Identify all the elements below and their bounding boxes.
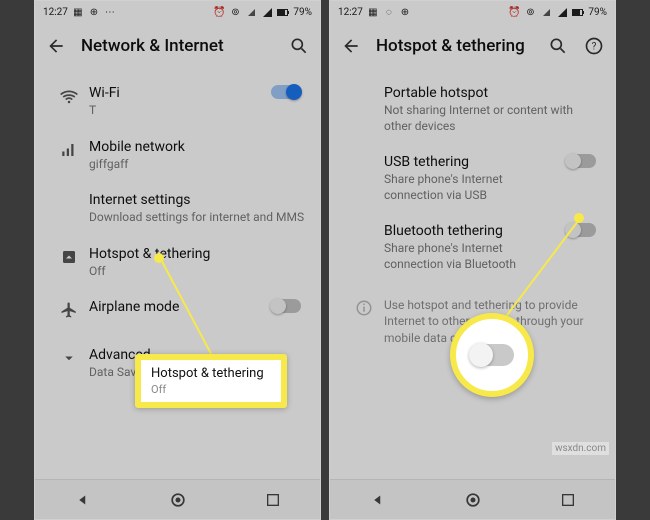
alarm-icon: ⏰ [213, 6, 225, 18]
item-secondary: Off [89, 264, 306, 280]
item-primary: USB tethering [384, 154, 561, 170]
help-icon[interactable]: ? [583, 35, 605, 57]
signal-icon [261, 6, 273, 18]
chevron-down-icon [49, 347, 89, 367]
mobile-network-icon [49, 139, 89, 159]
item-secondary: Not sharing Internet or content with oth… [384, 103, 601, 134]
alarm-icon: ⏰ [508, 6, 520, 18]
item-secondary: T [89, 103, 266, 119]
page-title: Hotspot & tethering [376, 36, 533, 56]
airplane-switch[interactable] [271, 299, 301, 313]
signal-icon [245, 6, 257, 18]
screenshot-icon: ▦ [367, 6, 379, 18]
phone-left: 12:27 ▦ ⊕ ⋯ ⏰ ⊚ 79% Network & Internet [34, 0, 321, 520]
app-bar: Hotspot & tethering ? [330, 23, 615, 69]
settings-item-wifi[interactable]: Wi-Fi T [35, 75, 320, 129]
more-icon: ⋯ [104, 6, 116, 18]
nav-recents-icon[interactable] [548, 484, 588, 516]
camera-icon: ⊕ [88, 6, 100, 18]
item-primary: Airplane mode [89, 299, 266, 315]
callout-magnifier [450, 313, 534, 397]
callout-title: Hotspot & tethering [151, 366, 271, 381]
status-time: 12:27 [338, 7, 363, 18]
settings-item-hotspot[interactable]: Hotspot & tethering Off [35, 236, 320, 290]
wifi-icon: ⊚ [524, 6, 536, 18]
back-icon[interactable] [45, 35, 67, 57]
screenshot-icon: ▦ [72, 6, 84, 18]
signal-icon [540, 6, 552, 18]
nav-recents-icon[interactable] [253, 484, 293, 516]
item-primary: Mobile network [89, 139, 306, 155]
nav-home-icon[interactable] [453, 484, 493, 516]
item-primary: Portable hotspot [384, 85, 601, 101]
magnified-switch [470, 344, 514, 366]
settings-item-bluetooth-tethering[interactable]: Bluetooth tethering Share phone's Intern… [330, 213, 615, 282]
status-time: 12:27 [43, 7, 68, 18]
battery-icon [277, 9, 289, 16]
nav-back-icon[interactable] [358, 484, 398, 516]
search-icon[interactable] [547, 35, 569, 57]
app-bar: Network & Internet [35, 23, 320, 69]
settings-item-usb-tethering[interactable]: USB tethering Share phone's Internet con… [330, 144, 615, 213]
page-title: Network & Internet [81, 36, 274, 56]
battery-icon [572, 9, 584, 16]
search-icon[interactable] [288, 35, 310, 57]
watermark: wsxdn.com [552, 442, 609, 455]
wifi-icon [49, 85, 89, 107]
settings-item-mobile[interactable]: Mobile network giffgaff [35, 129, 320, 183]
nav-back-icon[interactable] [63, 484, 103, 516]
settings-item-internet[interactable]: Internet settings Download settings for … [35, 182, 320, 236]
callout-anchor-dot [154, 253, 164, 263]
callout-anchor-dot [574, 213, 584, 223]
back-icon[interactable] [340, 35, 362, 57]
settings-item-airplane[interactable]: Airplane mode [35, 289, 320, 337]
wifi-icon: ⊚ [229, 6, 241, 18]
nav-bar [35, 479, 320, 519]
item-secondary: Share phone's Internet connection via Bl… [384, 241, 561, 272]
status-bar: 12:27 ▦ ◌ ⊕ ⏰ ⊚ 79% [330, 1, 615, 23]
usb-tethering-switch[interactable] [566, 154, 596, 168]
internet-settings-icon [49, 192, 89, 194]
battery-level: 79% [588, 7, 607, 18]
callout-magnifier: Hotspot & tethering Off [135, 354, 287, 408]
stage: 12:27 ▦ ⊕ ⋯ ⏰ ⊚ 79% Network & Internet [34, 0, 616, 520]
item-primary: Wi-Fi [89, 85, 266, 101]
battery-level: 79% [293, 7, 312, 18]
nav-home-icon[interactable] [158, 484, 198, 516]
svg-text:?: ? [592, 41, 597, 52]
camera-icon: ⊕ [399, 6, 411, 18]
airplane-icon [49, 299, 89, 319]
item-secondary: Share phone's Internet connection via US… [384, 172, 561, 203]
nav-bar [330, 479, 615, 519]
item-secondary: Download settings for internet and MMS [89, 210, 306, 226]
status-bar: 12:27 ▦ ⊕ ⋯ ⏰ ⊚ 79% [35, 1, 320, 23]
settings-list: Wi-Fi T Mobile network giffgaff [35, 69, 320, 397]
wifi-switch[interactable] [271, 85, 301, 99]
hotspot-icon [49, 246, 89, 266]
item-primary: Bluetooth tethering [384, 223, 561, 239]
item-secondary: giffgaff [89, 157, 306, 173]
callout-subtitle: Off [151, 383, 271, 396]
signal-icon [556, 6, 568, 18]
item-primary: Hotspot & tethering [89, 246, 306, 262]
bulb-icon: ◌ [383, 6, 395, 18]
info-icon [344, 297, 384, 317]
item-primary: Internet settings [89, 192, 306, 208]
settings-item-portable-hotspot[interactable]: Portable hotspot Not sharing Internet or… [330, 75, 615, 144]
phone-right: 12:27 ▦ ◌ ⊕ ⏰ ⊚ 79% Hotspot & tethering [329, 0, 616, 520]
